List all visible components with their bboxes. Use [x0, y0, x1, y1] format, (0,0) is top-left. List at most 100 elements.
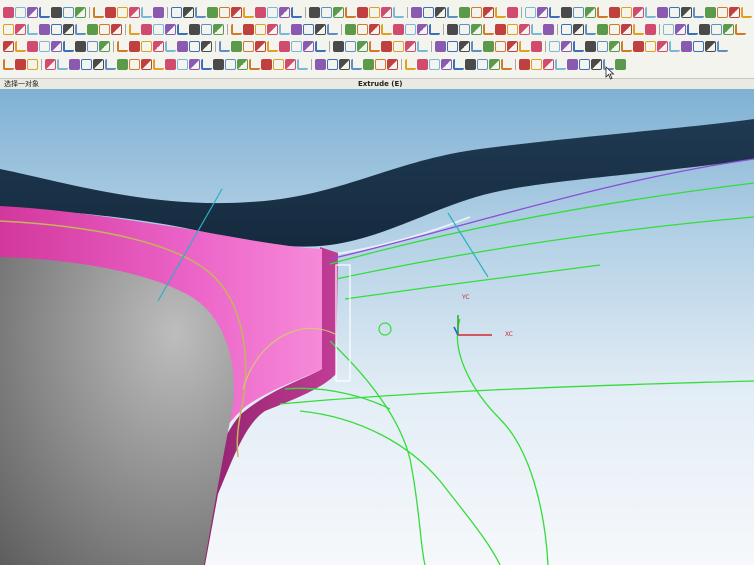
toolbar-tool-icon[interactable] [129, 24, 140, 35]
toolbar-tool-icon[interactable] [483, 7, 494, 18]
toolbar-tool-icon[interactable] [471, 7, 482, 18]
toolbar-tool-icon[interactable] [657, 7, 668, 18]
toolbar-tool-icon[interactable] [711, 24, 722, 35]
toolbar-tool-icon[interactable] [717, 7, 728, 18]
toolbar-tool-icon[interactable] [105, 59, 116, 70]
toolbar-tool-icon[interactable] [177, 41, 188, 52]
toolbar-tool-icon[interactable] [87, 24, 98, 35]
toolbar-tool-icon[interactable] [573, 41, 584, 52]
toolbar-tool-icon[interactable] [267, 41, 278, 52]
toolbar-tool-icon[interactable] [327, 59, 338, 70]
toolbar-tool-icon[interactable] [465, 59, 476, 70]
toolbar-tool-icon[interactable] [279, 24, 290, 35]
toolbar-tool-icon[interactable] [117, 7, 128, 18]
toolbar-tool-icon[interactable] [219, 7, 230, 18]
toolbar-tool-icon[interactable] [393, 7, 404, 18]
toolbar-tool-icon[interactable] [345, 7, 356, 18]
toolbar-tool-icon[interactable] [141, 7, 152, 18]
toolbar-tool-icon[interactable] [111, 24, 122, 35]
toolbar-tool-icon[interactable] [693, 7, 704, 18]
toolbar-tool-icon[interactable] [51, 7, 62, 18]
toolbar-tool-icon[interactable] [267, 7, 278, 18]
toolbar-tool-icon[interactable] [405, 59, 416, 70]
toolbar-tool-icon[interactable] [255, 41, 266, 52]
toolbar-tool-icon[interactable] [51, 41, 62, 52]
toolbar-tool-icon[interactable] [189, 59, 200, 70]
toolbar-tool-icon[interactable] [525, 7, 536, 18]
toolbar-tool-icon[interactable] [633, 24, 644, 35]
toolbar-tool-icon[interactable] [621, 41, 632, 52]
toolbar-tool-icon[interactable] [99, 41, 110, 52]
toolbar-tool-icon[interactable] [273, 59, 284, 70]
toolbar-tool-icon[interactable] [369, 24, 380, 35]
toolbar-tool-icon[interactable] [381, 24, 392, 35]
toolbar-tool-icon[interactable] [393, 24, 404, 35]
toolbar-tool-icon[interactable] [519, 24, 530, 35]
toolbar-tool-icon[interactable] [15, 59, 26, 70]
toolbar-tool-icon[interactable] [153, 59, 164, 70]
toolbar-tool-icon[interactable] [153, 7, 164, 18]
toolbar-tool-icon[interactable] [63, 7, 74, 18]
toolbar-tool-icon[interactable] [717, 41, 728, 52]
toolbar-tool-icon[interactable] [129, 41, 140, 52]
toolbar-tool-icon[interactable] [597, 7, 608, 18]
toolbar-tool-icon[interactable] [519, 41, 530, 52]
toolbar-tool-icon[interactable] [681, 41, 692, 52]
toolbar-tool-icon[interactable] [243, 41, 254, 52]
toolbar-tool-icon[interactable] [291, 41, 302, 52]
toolbar-tool-icon[interactable] [633, 7, 644, 18]
toolbar-tool-icon[interactable] [573, 24, 584, 35]
toolbar-tool-icon[interactable] [633, 41, 644, 52]
toolbar-tool-icon[interactable] [315, 41, 326, 52]
toolbar-tool-icon[interactable] [327, 24, 338, 35]
toolbar-tool-icon[interactable] [441, 59, 452, 70]
toolbar-tool-icon[interactable] [129, 7, 140, 18]
toolbar-tool-icon[interactable] [369, 41, 380, 52]
toolbar-tool-icon[interactable] [189, 41, 200, 52]
toolbar-tool-icon[interactable] [615, 59, 626, 70]
toolbar-tool-icon[interactable] [537, 7, 548, 18]
toolbar-tool-icon[interactable] [447, 24, 458, 35]
toolbar-tool-icon[interactable] [705, 7, 716, 18]
toolbar-tool-icon[interactable] [555, 59, 566, 70]
toolbar-tool-icon[interactable] [369, 7, 380, 18]
toolbar-tool-icon[interactable] [117, 59, 128, 70]
toolbar-tool-icon[interactable] [27, 59, 38, 70]
toolbar-tool-icon[interactable] [117, 41, 128, 52]
toolbar-tool-icon[interactable] [531, 24, 542, 35]
toolbar-tool-icon[interactable] [393, 41, 404, 52]
toolbar-tool-icon[interactable] [15, 7, 26, 18]
toolbar-tool-icon[interactable] [39, 7, 50, 18]
toolbar-tool-icon[interactable] [375, 59, 386, 70]
toolbar-tool-icon[interactable] [315, 59, 326, 70]
toolbar-tool-icon[interactable] [519, 59, 530, 70]
toolbar-tool-icon[interactable] [165, 59, 176, 70]
toolbar-tool-icon[interactable] [255, 24, 266, 35]
toolbar-tool-icon[interactable] [381, 41, 392, 52]
toolbar-tool-icon[interactable] [459, 41, 470, 52]
toolbar-tool-icon[interactable] [321, 7, 332, 18]
toolbar-tool-icon[interactable] [213, 59, 224, 70]
toolbar-tool-icon[interactable] [183, 7, 194, 18]
toolbar-tool-icon[interactable] [645, 24, 656, 35]
toolbar-tool-icon[interactable] [657, 41, 668, 52]
toolbar-tool-icon[interactable] [39, 41, 50, 52]
toolbar-tool-icon[interactable] [507, 7, 518, 18]
toolbar-tool-icon[interactable] [501, 59, 512, 70]
toolbar-tool-icon[interactable] [531, 59, 542, 70]
toolbar-tool-icon[interactable] [165, 41, 176, 52]
toolbar-tool-icon[interactable] [549, 7, 560, 18]
toolbar-tool-icon[interactable] [303, 41, 314, 52]
toolbar-tool-icon[interactable] [195, 7, 206, 18]
toolbar-tool-icon[interactable] [429, 59, 440, 70]
toolbar-tool-icon[interactable] [561, 7, 572, 18]
toolbar-tool-icon[interactable] [3, 24, 14, 35]
toolbar-tool-icon[interactable] [699, 24, 710, 35]
toolbar-tool-icon[interactable] [75, 41, 86, 52]
toolbar-tool-icon[interactable] [609, 24, 620, 35]
toolbar-tool-icon[interactable] [459, 7, 470, 18]
toolbar-tool-icon[interactable] [3, 59, 14, 70]
toolbar-tool-icon[interactable] [357, 24, 368, 35]
toolbar-tool-icon[interactable] [165, 24, 176, 35]
toolbar-tool-icon[interactable] [507, 41, 518, 52]
